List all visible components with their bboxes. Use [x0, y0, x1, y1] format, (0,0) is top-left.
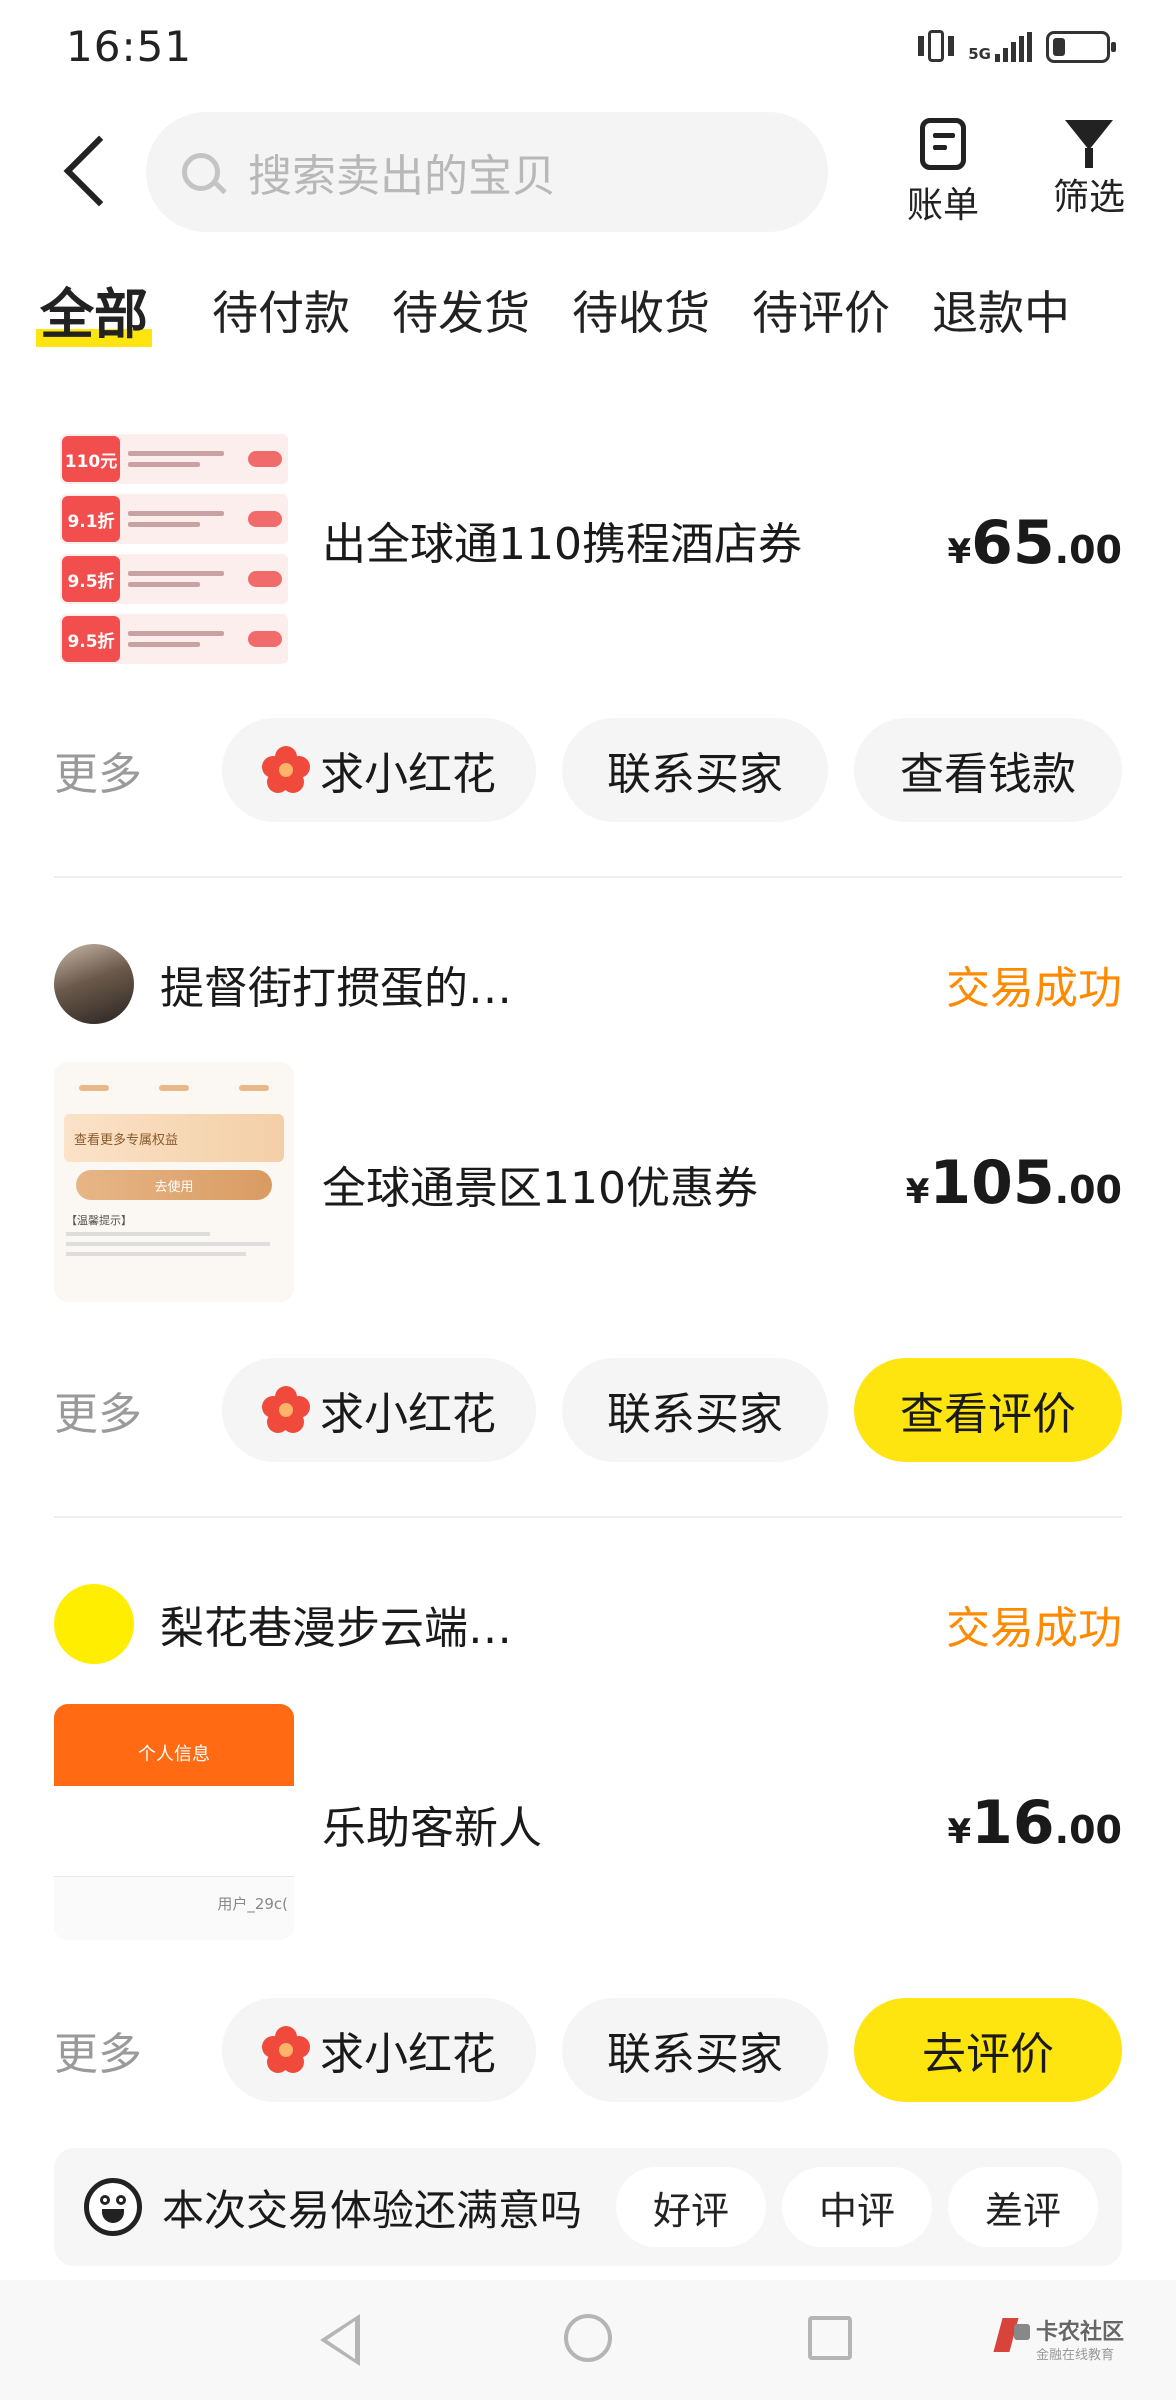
tab-all[interactable]: 全部	[36, 270, 152, 349]
flower-request-button[interactable]: 求小红花	[222, 1358, 536, 1462]
flower-request-button[interactable]: 求小红花	[222, 718, 536, 822]
divider	[54, 1516, 1122, 1518]
watermark-logo-icon	[998, 2318, 1032, 2352]
order-status: 交易成功	[946, 1603, 1122, 1654]
watermark-title: 卡农社区	[1036, 2320, 1125, 2345]
view-payment-button[interactable]: 查看钱款	[854, 718, 1122, 822]
rate-good-button[interactable]: 好评	[616, 2167, 766, 2247]
flower-icon	[262, 2026, 310, 2074]
rate-bad-button[interactable]: 差评	[948, 2167, 1098, 2247]
order-price: ¥105.00	[905, 1148, 1122, 1218]
flower-icon	[262, 1386, 310, 1434]
satisfaction-survey: 本次交易体验还满意吗 好评 中评 差评	[54, 2148, 1122, 2266]
order-title[interactable]: 乐助客新人	[322, 1792, 542, 1856]
flower-request-button[interactable]: 求小红花	[222, 1998, 536, 2102]
order-thumbnail[interactable]: 110元 9.1折 9.5折 9.5折	[54, 424, 294, 664]
battery-icon	[1046, 31, 1116, 63]
contact-buyer-button[interactable]: 联系买家	[562, 1998, 828, 2102]
order-title[interactable]: 全球通景区110优惠券	[322, 1152, 758, 1216]
status-indicators: 5G	[918, 28, 1116, 66]
order-title[interactable]: 出全球通110携程酒店券	[322, 508, 802, 572]
tab-pending-shipment[interactable]: 待发货	[392, 277, 530, 343]
search-input[interactable]: 搜索卖出的宝贝	[146, 112, 828, 232]
bill-icon	[920, 118, 966, 170]
watermark-subtitle: 金融在线教育	[1036, 2348, 1115, 2363]
bill-label: 账单	[906, 185, 979, 226]
flower-icon	[262, 746, 310, 794]
avatar[interactable]	[54, 1584, 134, 1664]
network-label: 5G	[968, 45, 991, 63]
write-review-button[interactable]: 去评价	[854, 1998, 1122, 2102]
more-button[interactable]: 更多	[54, 1378, 142, 1442]
survey-question: 本次交易体验还满意吗	[162, 2185, 583, 2235]
signal-icon	[995, 32, 1032, 62]
search-placeholder: 搜索卖出的宝贝	[248, 151, 556, 202]
nav-home-icon[interactable]	[564, 2314, 612, 2362]
order-thumbnail[interactable]: 个人信息 用户_29c(	[54, 1704, 294, 1940]
tab-pending-review[interactable]: 待评价	[752, 277, 890, 343]
filter-label: 筛选	[1052, 177, 1125, 218]
more-button[interactable]: 更多	[54, 2018, 142, 2082]
order-thumbnail[interactable]: 查看更多专属权益 去使用 【温馨提示】	[54, 1062, 294, 1302]
order-status: 交易成功	[946, 963, 1122, 1014]
filter-button[interactable]: 筛选	[1034, 112, 1144, 220]
tab-refunding[interactable]: 退款中	[932, 277, 1070, 343]
filter-icon	[1065, 120, 1113, 150]
search-icon	[182, 153, 220, 191]
seller-name[interactable]: 提督街打掼蛋的…	[160, 952, 512, 1016]
view-review-button[interactable]: 查看评价	[854, 1358, 1122, 1462]
nav-recent-icon[interactable]	[808, 2316, 852, 2360]
rate-neutral-button[interactable]: 中评	[782, 2167, 932, 2247]
contact-buyer-button[interactable]: 联系买家	[562, 1358, 828, 1462]
bill-button[interactable]: 账单	[888, 112, 998, 228]
status-time: 16:51	[66, 22, 193, 71]
more-button[interactable]: 更多	[54, 738, 142, 802]
avatar[interactable]	[54, 944, 134, 1024]
smile-icon	[84, 2178, 142, 2236]
network-indicator: 5G	[968, 32, 1032, 62]
order-price: ¥16.00	[947, 1788, 1123, 1858]
divider	[54, 876, 1122, 878]
system-nav-bar: 卡农社区 金融在线教育	[0, 2280, 1176, 2400]
vibrate-icon	[918, 28, 955, 66]
contact-buyer-button[interactable]: 联系买家	[562, 718, 828, 822]
seller-name[interactable]: 梨花巷漫步云端…	[160, 1592, 512, 1656]
order-tabs: 全部 待付款 待发货 待收货 待评价 退款中	[36, 270, 1160, 349]
back-button[interactable]	[48, 120, 118, 220]
order-price: ¥65.00	[947, 508, 1123, 578]
tab-pending-payment[interactable]: 待付款	[212, 277, 350, 343]
tab-pending-receipt[interactable]: 待收货	[572, 277, 710, 343]
